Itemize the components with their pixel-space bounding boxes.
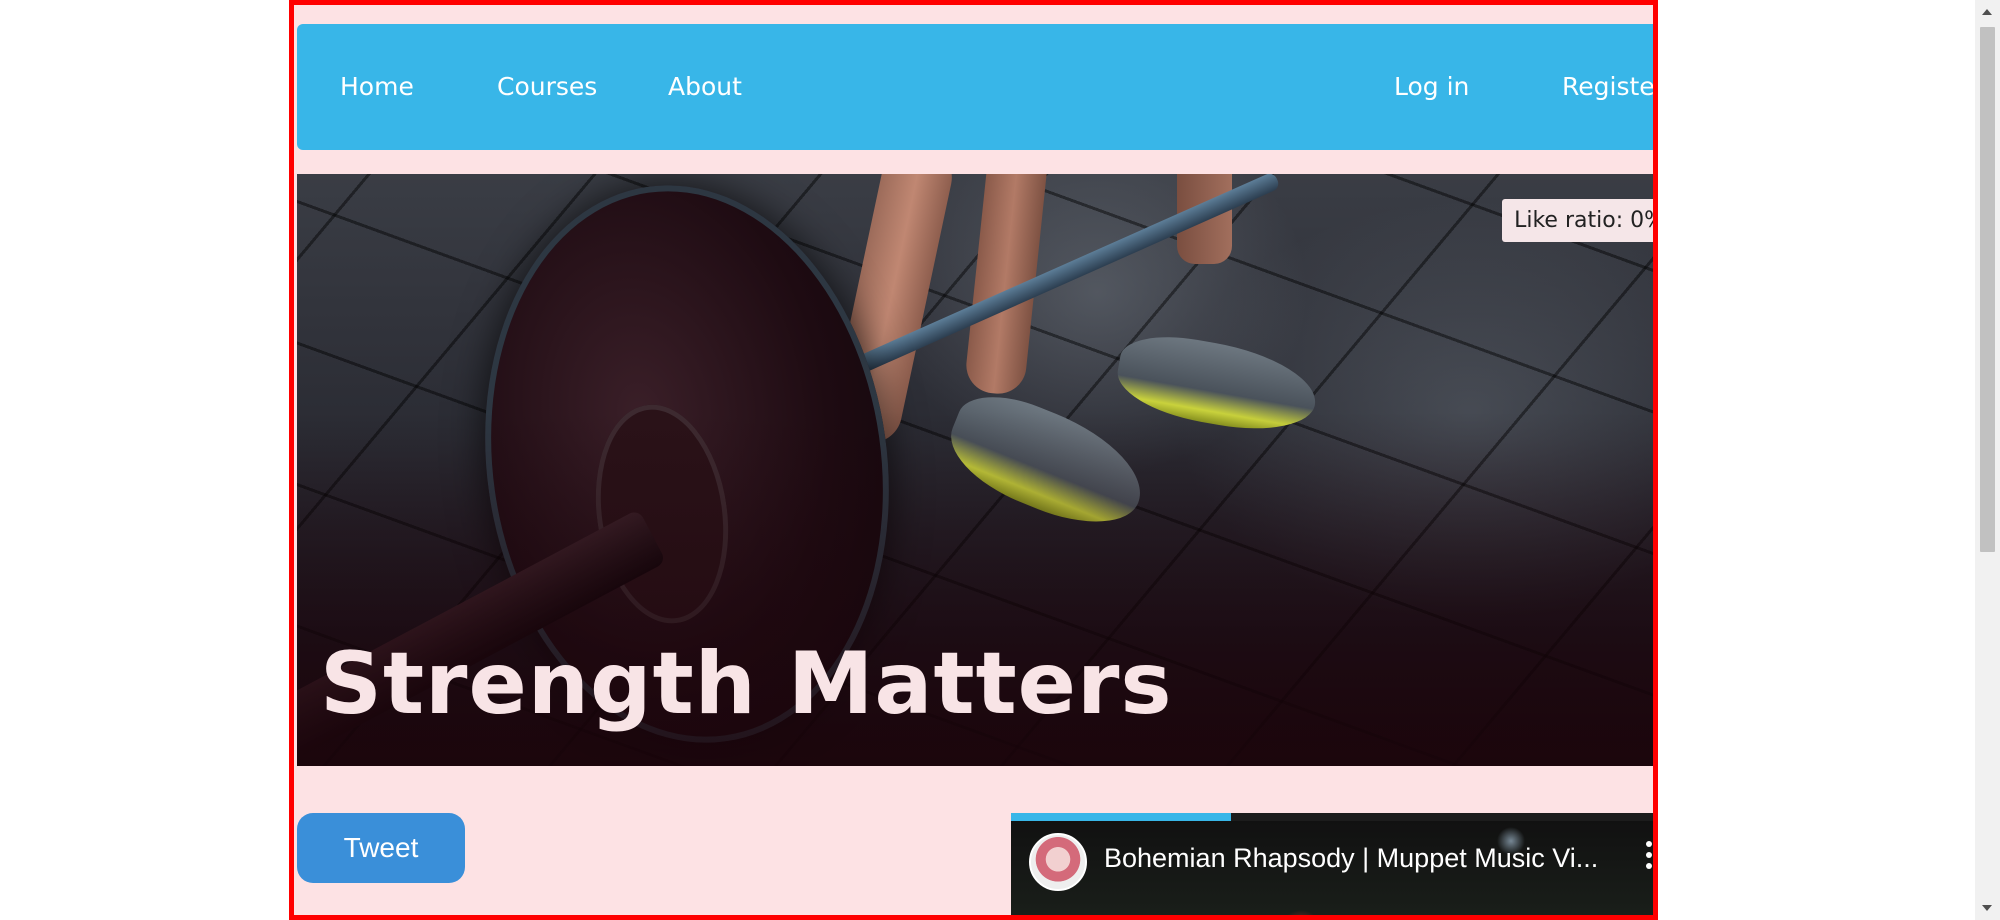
scroll-down-arrow-icon[interactable] — [1982, 905, 1992, 911]
nav-about-link[interactable]: About — [668, 24, 742, 150]
video-progress-bar — [1011, 813, 1231, 821]
scroll-thumb[interactable] — [1980, 27, 1995, 552]
channel-avatar[interactable] — [1029, 833, 1087, 891]
nav-login-link[interactable]: Log in — [1394, 24, 1469, 150]
more-vert-icon[interactable] — [1643, 841, 1655, 881]
video-title[interactable]: Bohemian Rhapsody | Muppet Music Vi... — [1104, 843, 1604, 874]
scroll-up-arrow-icon[interactable] — [1982, 9, 1992, 15]
tweet-button[interactable]: Tweet — [297, 813, 465, 883]
page-container: Home Courses About Log in Register Like … — [289, 0, 1658, 920]
nav-home-link[interactable]: Home — [340, 24, 414, 150]
hero-title: Strength Matters — [320, 634, 1173, 734]
like-ratio-badge: Like ratio: 0% — [1502, 199, 1658, 242]
nav-courses-link[interactable]: Courses — [497, 24, 597, 150]
vertical-scrollbar[interactable] — [1975, 0, 2000, 920]
nav-register-link[interactable]: Register — [1562, 24, 1658, 150]
video-embed[interactable]: Bohemian Rhapsody | Muppet Music Vi... — [1011, 813, 1658, 920]
hero-banner: Like ratio: 0% Strength Matters — [297, 174, 1658, 766]
top-nav: Home Courses About Log in Register — [297, 24, 1658, 150]
